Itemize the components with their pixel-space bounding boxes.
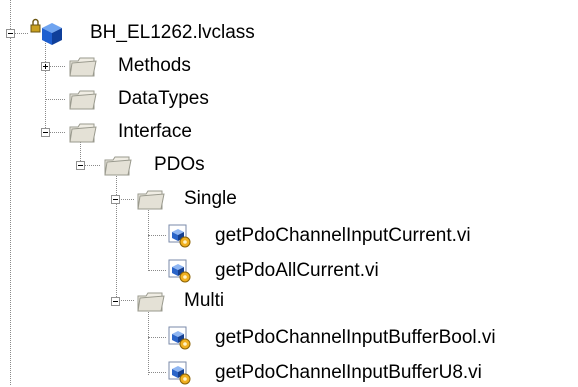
folder-icon: [69, 57, 97, 77]
lvclass-icon: [30, 18, 62, 45]
tree-row-datatypes[interactable]: DataTypes: [0, 84, 250, 114]
collapse-toggle[interactable]: [6, 29, 15, 38]
vi-icon: [168, 361, 191, 385]
tree-row-root[interactable]: BH_EL1262.lvclass: [0, 18, 300, 48]
tree-label-interface: Interface: [118, 121, 192, 142]
collapse-toggle[interactable]: [76, 161, 85, 170]
tree-label-vi: getPdoChannelInputCurrent.vi: [215, 225, 471, 246]
folder-icon: [137, 292, 165, 312]
tree-label-multi: Multi: [184, 290, 225, 311]
tree-label-pdos: PDOs: [154, 154, 205, 175]
collapse-toggle[interactable]: [41, 128, 50, 137]
vi-icon: [168, 259, 191, 283]
folder-icon: [137, 190, 165, 210]
tree-label-vi: getPdoAllCurrent.vi: [215, 260, 379, 281]
tree-row-vi[interactable]: getPdoAllCurrent.vi: [0, 255, 560, 285]
tree-label-methods: Methods: [118, 55, 191, 76]
tree-label-vi: getPdoChannelInputBufferBool.vi: [215, 327, 496, 348]
tree-label-vi: getPdoChannelInputBufferU8.vi: [215, 362, 482, 383]
expand-toggle[interactable]: [41, 62, 50, 71]
tree-row-vi[interactable]: getPdoChannelInputBufferBool.vi: [0, 322, 578, 352]
vi-icon: [168, 224, 191, 248]
tree-label-datatypes: DataTypes: [118, 88, 209, 109]
folder-icon: [104, 156, 132, 176]
tree-row-vi[interactable]: getPdoChannelInputCurrent.vi: [0, 220, 560, 250]
tree-row-methods[interactable]: Methods: [0, 51, 250, 81]
tree-row-interface[interactable]: Interface: [0, 117, 250, 147]
folder-icon: [69, 123, 97, 143]
tree-label-single: Single: [184, 188, 237, 209]
tree-row-vi[interactable]: getPdoChannelInputBufferU8.vi: [0, 357, 578, 387]
tree-row-single[interactable]: Single: [0, 184, 250, 214]
vi-icon: [168, 326, 191, 350]
tree-row-pdos[interactable]: PDOs: [0, 150, 250, 180]
collapse-toggle[interactable]: [111, 297, 120, 306]
tree-row-multi[interactable]: Multi: [0, 286, 250, 316]
collapse-toggle[interactable]: [111, 195, 120, 204]
project-tree: BH_EL1262.lvclass Methods DataTypes Inte…: [0, 0, 578, 385]
folder-icon: [69, 90, 97, 110]
tree-label-root: BH_EL1262.lvclass: [90, 22, 255, 43]
